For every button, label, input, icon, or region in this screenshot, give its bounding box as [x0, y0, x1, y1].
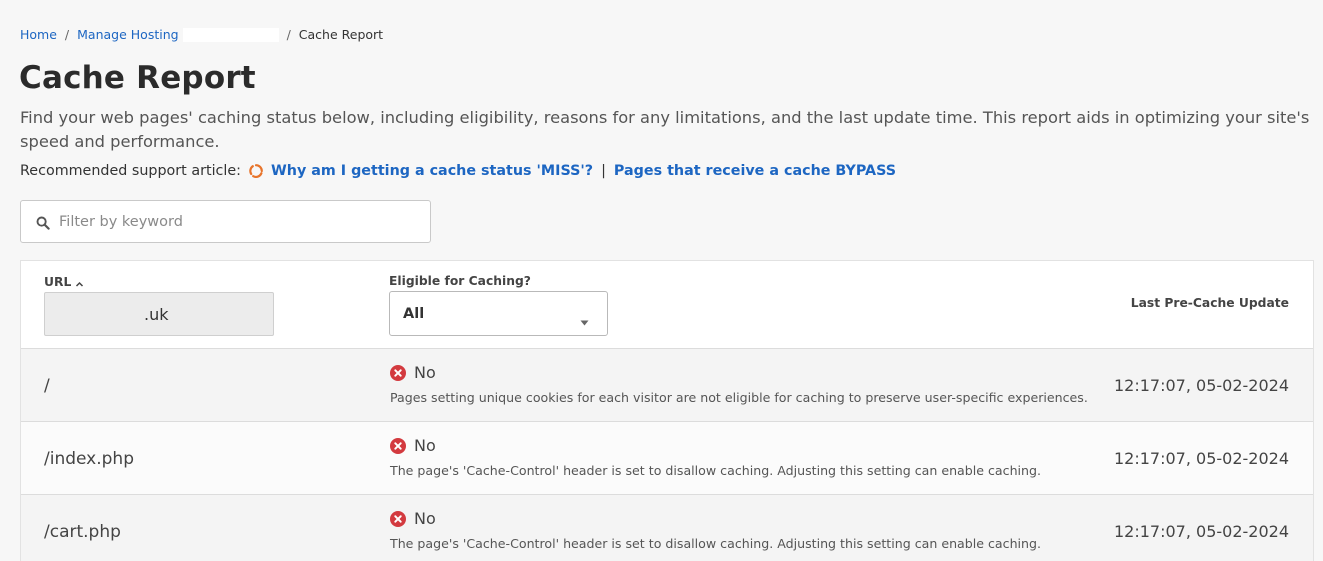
keyword-filter-input[interactable]	[59, 213, 399, 230]
eligible-select[interactable]: All	[389, 291, 608, 336]
sort-ascending-icon[interactable]	[75, 278, 84, 287]
table-row: /index.php No The page's 'Cache-Control'…	[21, 422, 1313, 495]
error-x-circle-icon	[390, 364, 406, 381]
dropdown-arrow-icon	[580, 311, 589, 325]
breadcrumb-current: Cache Report	[298, 27, 384, 42]
cache-report-table: URL .uk Eligible for Caching? All Last P…	[20, 260, 1314, 561]
row-status-text: No	[414, 509, 436, 528]
breadcrumb-separator: /	[286, 27, 291, 42]
row-status: No	[390, 509, 436, 528]
row-url: /index.php	[44, 448, 134, 469]
breadcrumb: Home / Manage Hosting / Cache Report	[20, 27, 383, 42]
support-label: Recommended support article:	[20, 163, 241, 179]
row-status: No	[390, 436, 436, 455]
support-link-cache-bypass[interactable]: Pages that receive a cache BYPASS	[614, 163, 896, 179]
row-last-update: 12:17:07, 05-02-2024	[1113, 522, 1289, 541]
breadcrumb-manage-hosting-link[interactable]: Manage Hosting	[77, 27, 178, 42]
row-status-text: No	[414, 363, 436, 382]
last-update-column-label: Last Pre-Cache Update	[1130, 296, 1289, 310]
support-link-cache-miss[interactable]: Why am I getting a cache status 'MISS'?	[271, 163, 593, 179]
row-last-update: 12:17:07, 05-02-2024	[1113, 449, 1289, 468]
redacted-url	[49, 305, 144, 323]
keyword-filter[interactable]	[20, 200, 431, 243]
url-column-header[interactable]: URL	[44, 275, 84, 289]
breadcrumb-home-link[interactable]: Home	[20, 27, 57, 42]
breadcrumb-separator: /	[64, 27, 70, 42]
url-filter-input[interactable]: .uk	[44, 292, 274, 336]
row-status-text: No	[414, 436, 436, 455]
row-status: No	[390, 363, 436, 382]
error-x-circle-icon	[390, 510, 406, 527]
url-filter-value: .uk	[144, 304, 169, 324]
spinner-icon	[249, 164, 263, 178]
page-title: Cache Report	[19, 60, 256, 96]
table-row: / No Pages setting unique cookies for ea…	[21, 349, 1313, 422]
row-reason: Pages setting unique cookies for each vi…	[390, 390, 1088, 405]
table-row: /cart.php No The page's 'Cache-Control' …	[21, 495, 1313, 561]
redacted-domain	[182, 27, 279, 42]
url-column-label: URL	[44, 275, 72, 289]
row-last-update: 12:17:07, 05-02-2024	[1113, 376, 1289, 395]
support-articles: Recommended support article: Why am I ge…	[20, 163, 896, 179]
support-separator: |	[601, 163, 606, 179]
row-reason: The page's 'Cache-Control' header is set…	[390, 463, 1042, 478]
row-url: /cart.php	[44, 521, 121, 542]
row-reason: The page's 'Cache-Control' header is set…	[390, 536, 1042, 551]
eligible-select-value: All	[403, 305, 425, 322]
search-icon	[36, 215, 50, 230]
table-header: URL .uk Eligible for Caching? All Last P…	[21, 261, 1313, 349]
page-description: Find your web pages' caching status belo…	[20, 108, 1310, 151]
error-x-circle-icon	[390, 437, 406, 454]
row-url: /	[44, 375, 50, 396]
eligible-column-label: Eligible for Caching?	[389, 274, 531, 288]
